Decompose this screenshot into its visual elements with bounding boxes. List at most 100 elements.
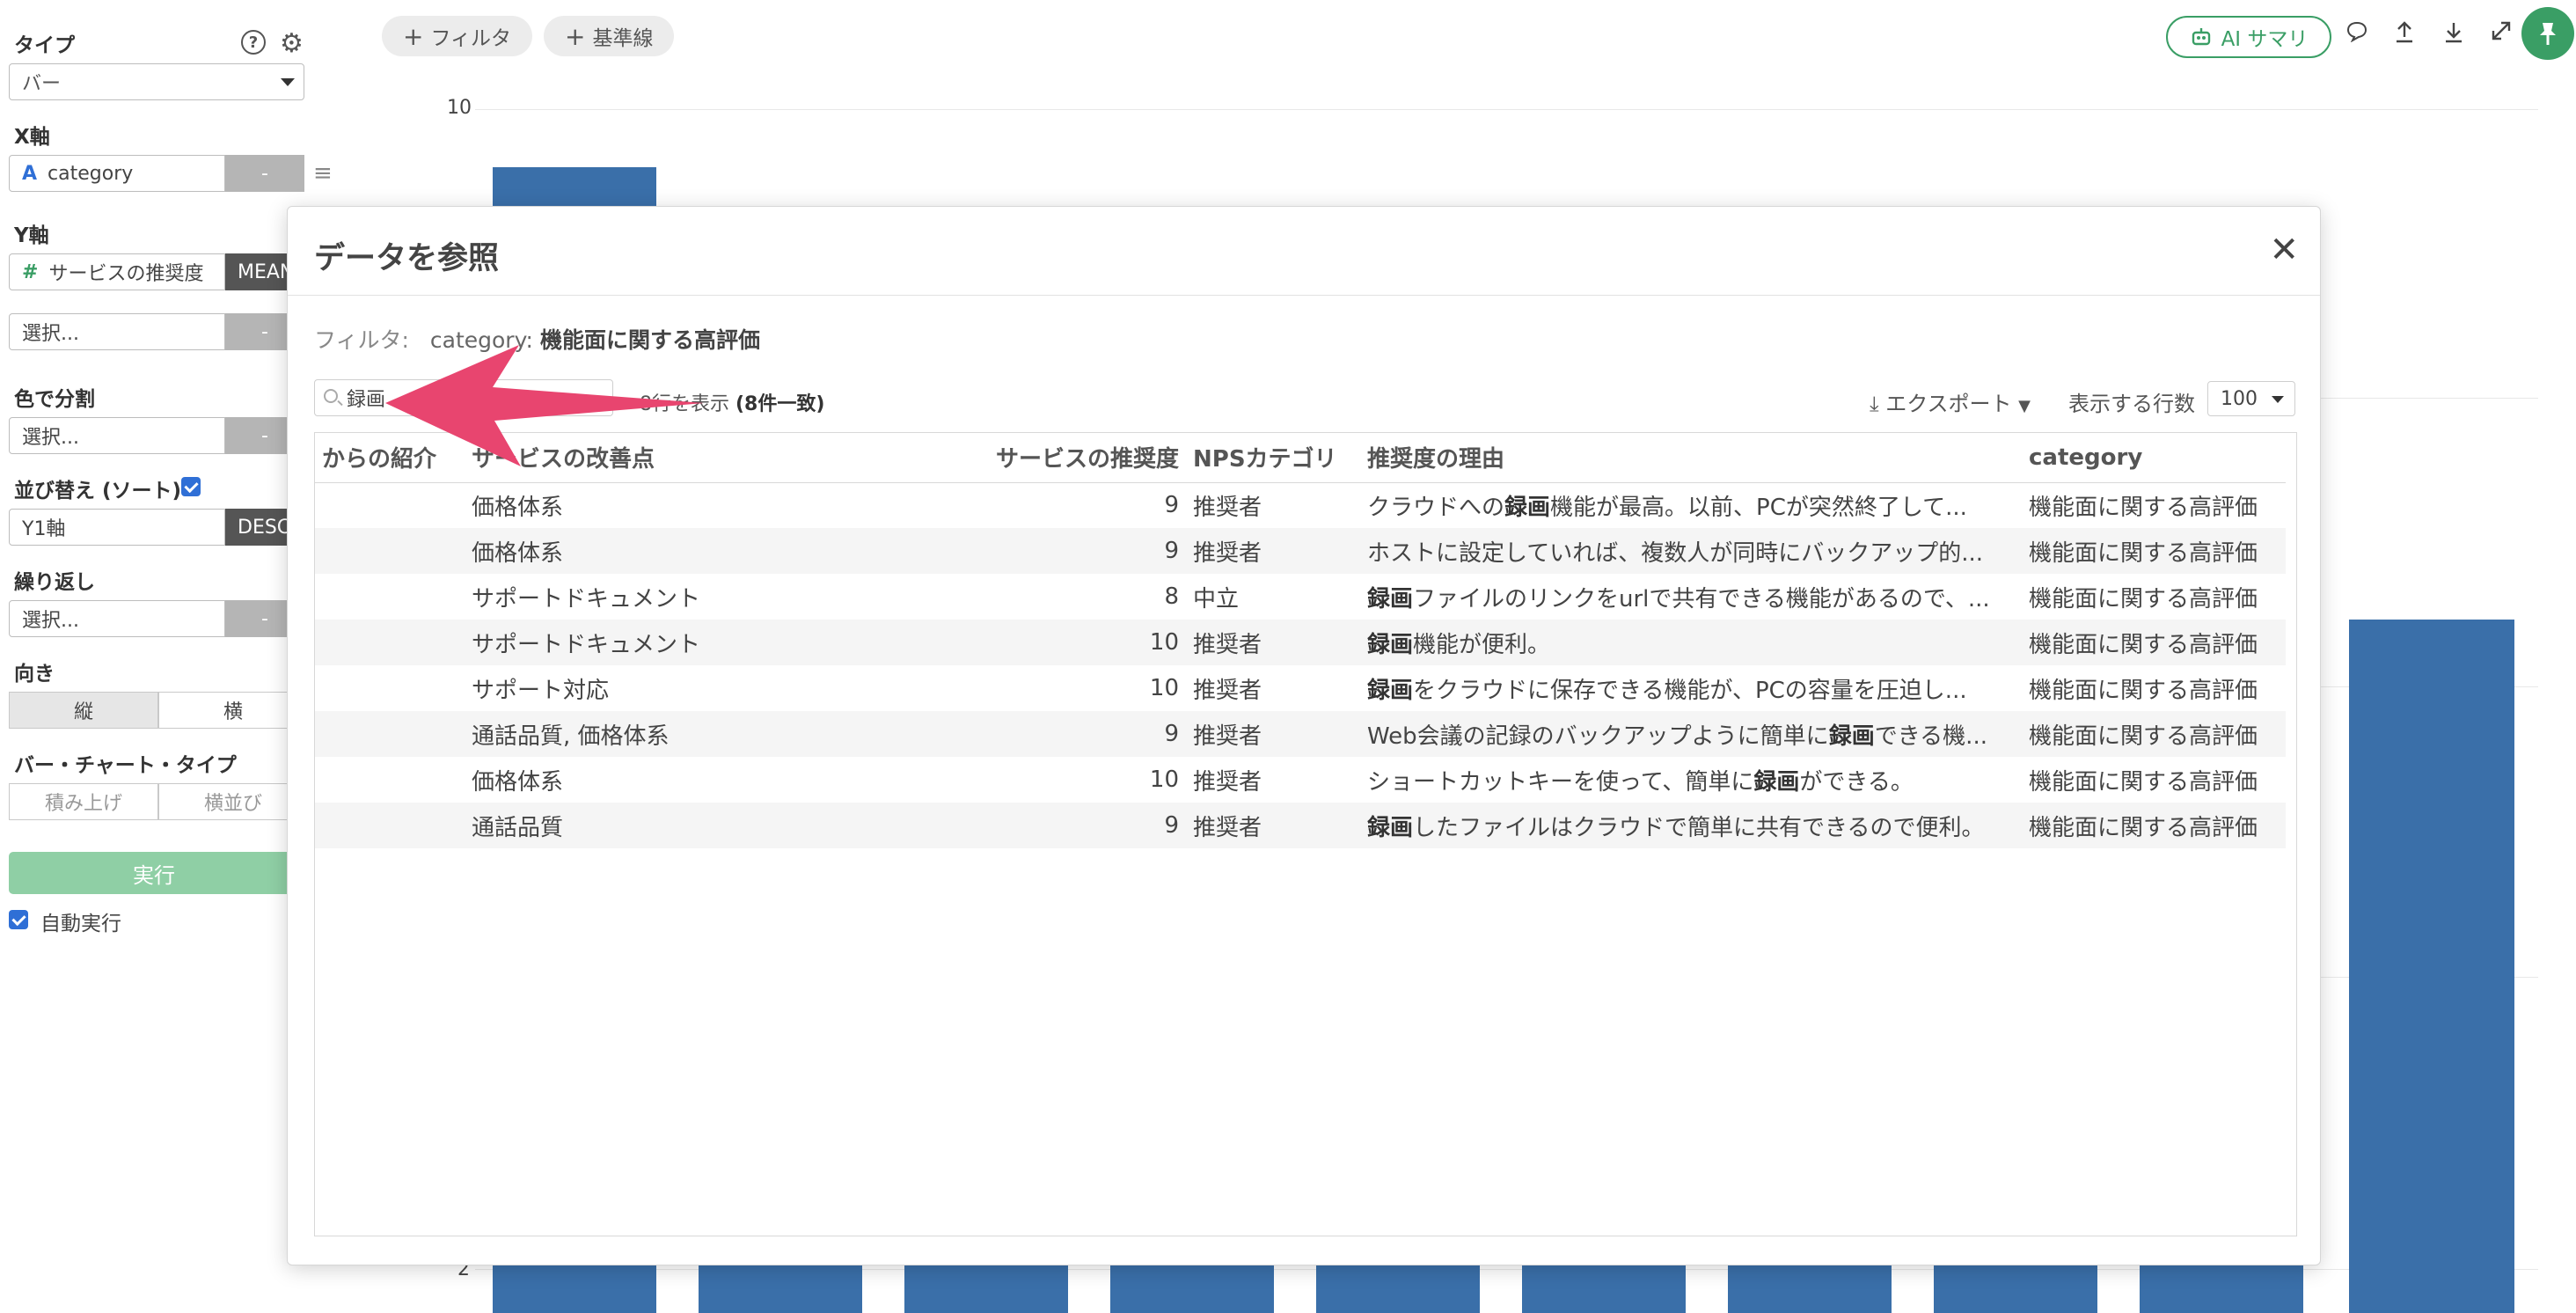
y-axis-label: Y軸 [14, 224, 49, 247]
add-baseline-button[interactable]: + 基準線 [544, 16, 675, 56]
table-cell: 推奨者 [1193, 768, 1262, 796]
column-header[interactable]: 推奨度の理由 [1360, 433, 2022, 483]
x-axis-agg-button[interactable]: - [225, 155, 304, 192]
filter-prefix: フィルタ: [314, 327, 409, 353]
cell-text: ファイルのリンクをurlで共有できる機能があるので、... [1413, 585, 1990, 612]
table-cell [315, 803, 465, 848]
expand-icon[interactable] [2490, 19, 2513, 48]
table-cell [315, 757, 465, 803]
plus-icon: + [565, 21, 586, 51]
table-cell: 機能面に関する高評価 [2029, 494, 2258, 521]
sort-label: 並び替え (ソート) [14, 480, 182, 502]
table-row[interactable]: サポートドキュメント 10 推奨者 録画機能が便利。 機能面に関する高評価 [315, 620, 2286, 665]
rows-per-page-value: 100 [2221, 387, 2258, 410]
search-highlight: 録画 [1367, 814, 1414, 841]
table-cell: 10 [1149, 675, 1179, 701]
search-icon [324, 389, 338, 403]
export-button[interactable]: ⤓ エクスポート ▼ [1870, 386, 2031, 417]
table-cell: サポート対応 [472, 677, 610, 704]
table-cell: 推奨者 [1193, 494, 1262, 521]
table-cell: 録画機能が便利。 [1360, 620, 2022, 665]
y-tick-label: 10 [447, 97, 472, 119]
cell-text: ができる。 [1799, 768, 1914, 796]
table-cell: 機能面に関する高評価 [2022, 528, 2286, 574]
table-cell: 推奨者 [1186, 528, 1360, 574]
applied-filter: フィルタ: category: 機能面に関する高評価 [314, 323, 760, 355]
download-icon[interactable] [2442, 19, 2465, 50]
rows-per-page-select[interactable]: 100 [2207, 381, 2295, 416]
ai-summary-label: AI サマリ [2221, 28, 2309, 51]
data-table-container[interactable]: からの紹介 サービスの改善点 サービスの推奨度 NPSカテゴリ 推奨度の理由 c… [314, 432, 2297, 1236]
table-cell: 9 [1164, 492, 1179, 519]
menu-icon[interactable]: ≡ [313, 160, 333, 187]
table-cell [315, 574, 465, 620]
table-cell [315, 620, 465, 665]
table-row[interactable]: サポート対応 10 推奨者 録画をクラウドに保存できる機能が、PCの容量を圧迫し...… [315, 665, 2286, 711]
table-cell: 推奨者 [1193, 677, 1262, 704]
table-row[interactable]: 価格体系 9 推奨者 クラウドへの録画機能が最高。以前、PCが突然終了して... 機能面… [315, 482, 2286, 528]
data-table: からの紹介 サービスの改善点 サービスの推奨度 NPSカテゴリ 推奨度の理由 c… [315, 433, 2286, 848]
search-highlight: 録画 [1367, 631, 1414, 658]
table-cell: 録画ファイルのリンクをurlで共有できる機能があるので、... [1360, 574, 2022, 620]
y-axis-value: サービスの推奨度 [48, 263, 204, 285]
chart-bar[interactable] [2349, 620, 2514, 1313]
run-button[interactable]: 実行 [9, 852, 299, 894]
table-row[interactable]: 価格体系 9 推奨者 ホストに設定していれば、複数人が同時にバックアップ的... 機能面… [315, 528, 2286, 574]
row-count-text: 8行を表示 [640, 393, 729, 415]
bar-type-side-toggle[interactable]: 横並び [158, 783, 308, 820]
filter-key: category: [429, 327, 533, 353]
table-row[interactable]: 通話品質, 価格体系 9 推奨者 Web会議の記録のバックアップように簡単に録画できる… [315, 711, 2286, 757]
sort-checkbox[interactable] [181, 477, 201, 496]
repeat-label: 繰り返し [14, 571, 95, 594]
ai-summary-button[interactable]: AI サマリ [2166, 16, 2331, 58]
table-cell: 推奨者 [1186, 711, 1360, 757]
color-field[interactable]: 選択... [9, 417, 225, 454]
gear-icon[interactable]: ⚙ [280, 28, 304, 59]
table-cell [315, 528, 465, 574]
table-cell: 機能面に関する高評価 [2022, 711, 2286, 757]
table-cell: 10 [978, 620, 1186, 665]
bar-type-stacked-toggle[interactable]: 積み上げ [9, 783, 158, 820]
orientation-horizontal-toggle[interactable]: 横 [158, 692, 308, 729]
add-filter-button[interactable]: + フィルタ [382, 16, 533, 56]
search-input[interactable]: 録画 [314, 379, 613, 416]
repeat-field[interactable]: 選択... [9, 600, 225, 637]
pin-button[interactable] [2521, 7, 2574, 60]
x-axis-field[interactable]: A category [9, 155, 225, 192]
chart-type-select[interactable]: バー [9, 63, 304, 100]
cell-text: 機能が最高。以前、PCが突然終了して... [1550, 494, 1967, 521]
repeat-value: 選択... [22, 610, 79, 632]
table-cell: 9 [978, 711, 1186, 757]
search-highlight: 録画 [1753, 768, 1800, 796]
column-header[interactable]: サービスの推奨度 [978, 433, 1186, 483]
sort-field[interactable]: Y1軸 [9, 509, 225, 546]
column-header[interactable]: からの紹介 [315, 433, 465, 483]
export-download-icon: ⤓ [1870, 392, 1879, 416]
export-label: エクスポート [1885, 392, 2012, 416]
column-header[interactable]: サービスの改善点 [465, 433, 978, 483]
column-header[interactable]: category [2022, 433, 2286, 483]
table-row[interactable]: サポートドキュメント 8 中立 録画ファイルのリンクをurlで共有できる機能があるので… [315, 574, 2286, 620]
cell-text: したファイルはクラウドで簡単に共有できるので便利。 [1413, 814, 1985, 841]
x-axis-label: X軸 [14, 126, 50, 149]
comment-icon[interactable] [2345, 19, 2368, 48]
close-icon[interactable]: ✕ [2269, 230, 2299, 270]
cell-text: ショートカットキーを使って、簡単に [1367, 768, 1754, 796]
table-cell [315, 482, 465, 528]
y-axis2-field[interactable]: 選択... [9, 313, 225, 350]
upload-icon[interactable] [2393, 19, 2416, 50]
number-type-icon: # [22, 260, 39, 283]
column-header[interactable]: NPSカテゴリ [1186, 433, 1360, 483]
table-cell: 9 [978, 528, 1186, 574]
table-row[interactable]: 価格体系 10 推奨者 ショートカットキーを使って、簡単に録画ができる。 機能面に関する… [315, 757, 2286, 803]
table-row[interactable]: 通話品質 9 推奨者 録画したファイルはクラウドで簡単に共有できるので便利。 機能面に関… [315, 803, 2286, 848]
chevron-down-icon [2272, 396, 2284, 403]
table-cell: ショートカットキーを使って、簡単に録画ができる。 [1360, 757, 2022, 803]
auto-run-checkbox[interactable] [9, 910, 28, 929]
orientation-vertical-toggle[interactable]: 縦 [9, 692, 158, 729]
table-cell: 機能面に関する高評価 [2022, 620, 2286, 665]
table-cell: 価格体系 [472, 494, 564, 521]
help-icon[interactable]: ? [241, 30, 266, 55]
y-axis-field[interactable]: # サービスの推奨度 [9, 253, 225, 290]
table-cell: 録画をクラウドに保存できる機能が、PCの容量を圧迫し... [1360, 665, 2022, 711]
